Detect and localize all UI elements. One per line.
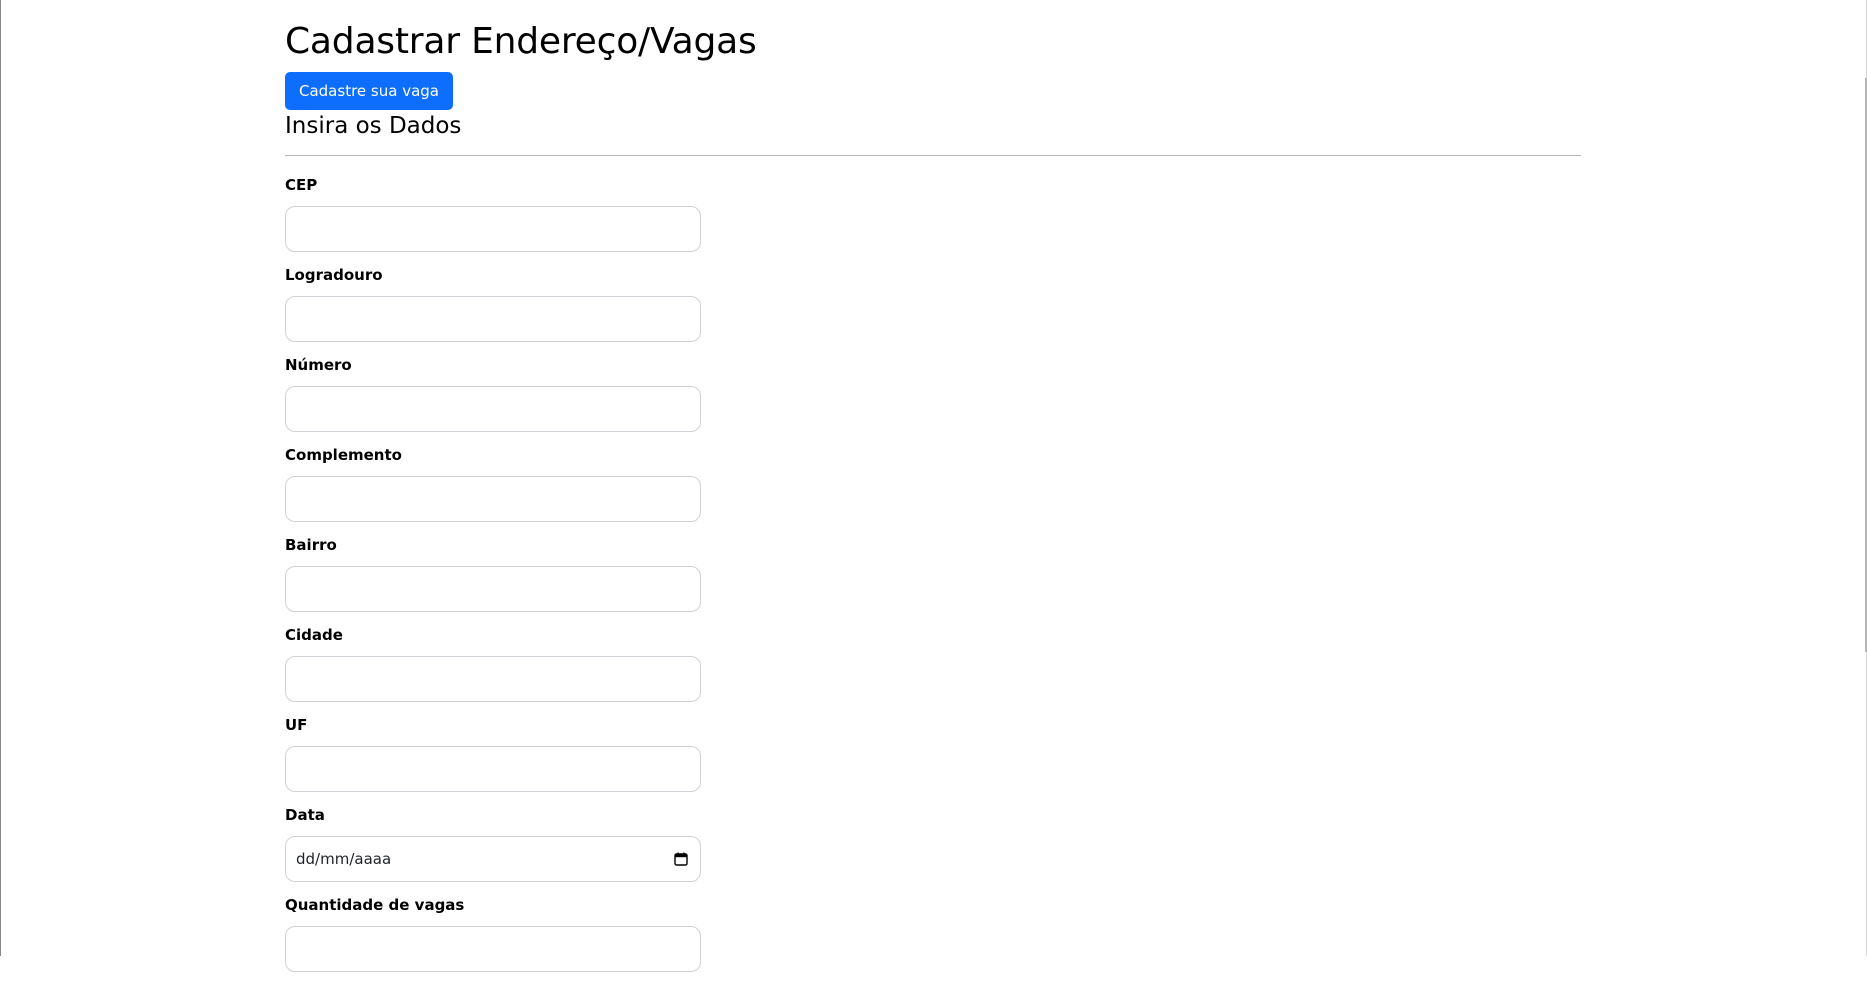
complemento-input[interactable] (285, 476, 701, 522)
cep-label: CEP (285, 176, 318, 194)
quantidade-vagas-label: Quantidade de vagas (285, 896, 465, 914)
field-numero: Número (285, 352, 705, 442)
field-quantidade-vagas: Quantidade de vagas (285, 892, 705, 982)
page-title: Cadastrar Endereço/Vagas (285, 21, 757, 62)
field-cidade: Cidade (285, 622, 705, 712)
field-bairro: Bairro (285, 532, 705, 622)
field-complemento: Complemento (285, 442, 705, 532)
quantidade-vagas-input[interactable] (285, 926, 701, 972)
bairro-input[interactable] (285, 566, 701, 612)
address-form: CEP Logradouro Número Complemento Bairro… (285, 172, 705, 982)
numero-label: Número (285, 356, 352, 374)
field-cep: CEP (285, 172, 705, 262)
numero-input[interactable] (285, 386, 701, 432)
divider (285, 155, 1581, 156)
date-input[interactable]: dd/mm/aaaa (285, 836, 701, 882)
cidade-label: Cidade (285, 626, 343, 644)
logradouro-input[interactable] (285, 296, 701, 342)
cep-input[interactable] (285, 206, 701, 252)
bairro-label: Bairro (285, 536, 337, 554)
date-placeholder: dd/mm/aaaa (296, 850, 392, 868)
calendar-icon[interactable] (674, 852, 688, 866)
logradouro-label: Logradouro (285, 266, 383, 284)
field-data: Data dd/mm/aaaa (285, 802, 705, 892)
complemento-label: Complemento (285, 446, 402, 464)
window-left-edge (0, 0, 1, 956)
field-logradouro: Logradouro (285, 262, 705, 352)
section-title: Insira os Dados (285, 113, 462, 139)
cidade-input[interactable] (285, 656, 701, 702)
field-uf: UF (285, 712, 705, 802)
uf-input[interactable] (285, 746, 701, 792)
data-label: Data (285, 806, 325, 824)
uf-label: UF (285, 716, 308, 734)
register-vacancy-button[interactable]: Cadastre sua vaga (285, 72, 453, 110)
